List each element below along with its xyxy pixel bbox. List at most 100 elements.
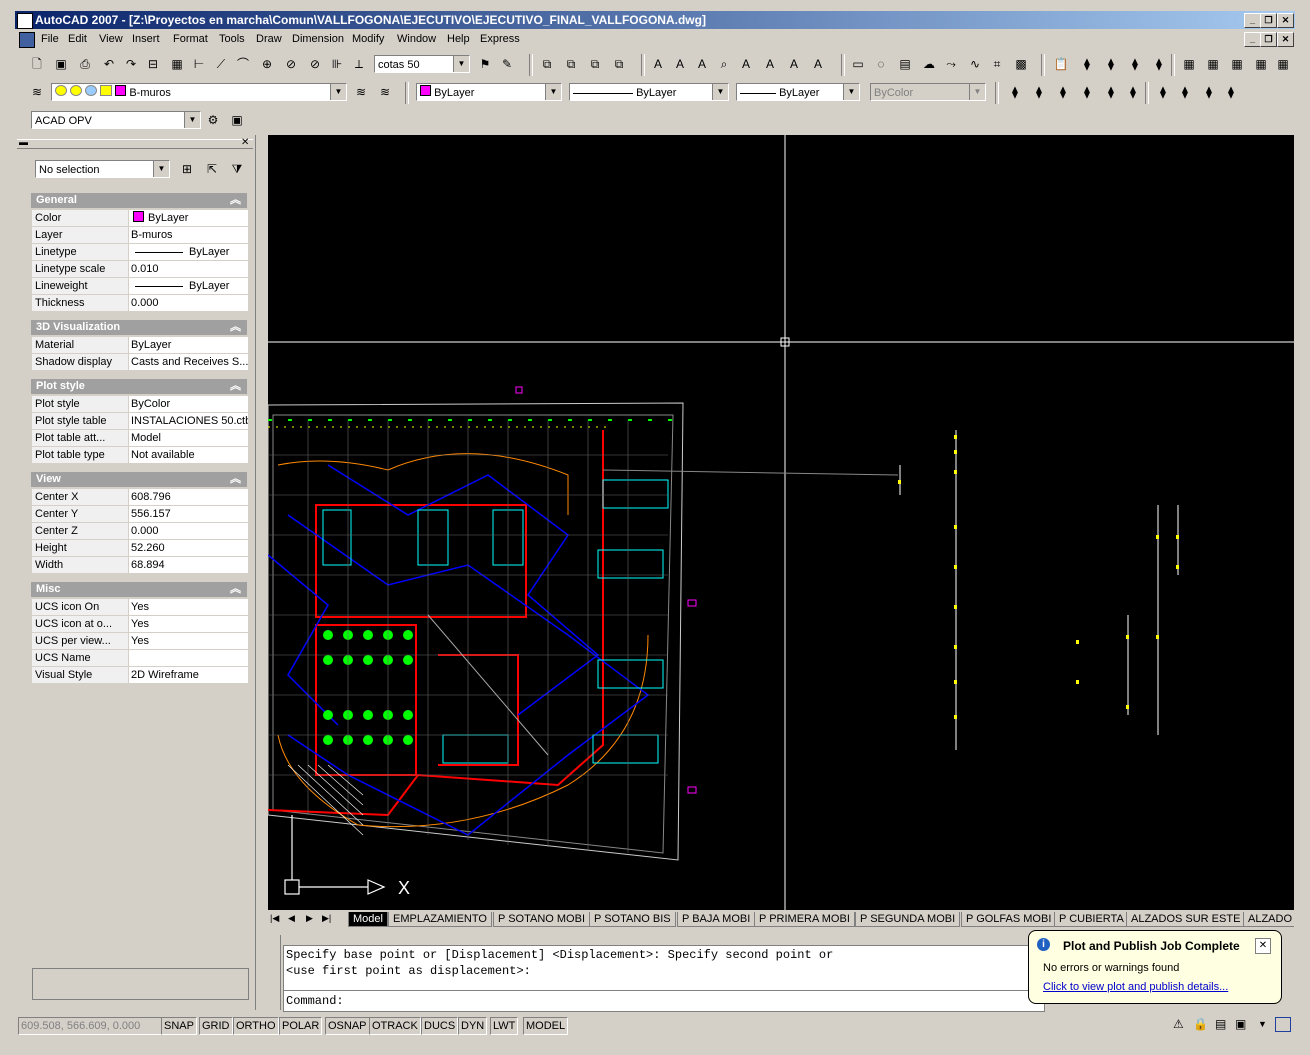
property-value[interactable]: 52.260 (129, 540, 248, 556)
layer-prev-icon[interactable]: ⧫ (1077, 54, 1097, 74)
send-back-icon[interactable]: ⧉ (585, 54, 605, 74)
ortho-button[interactable]: ORTHO (233, 1017, 279, 1035)
layer-combo[interactable]: B-muros ▼ (51, 83, 347, 101)
command-prompt[interactable]: Command: (286, 994, 344, 1008)
property-row[interactable]: Center Y 556.157 (32, 506, 248, 524)
dim-update-icon[interactable]: ✎ (497, 54, 517, 74)
chevron-down-icon[interactable]: ▼ (184, 112, 200, 128)
properties-icon[interactable]: ▦ (1203, 54, 1223, 74)
chevron-down-icon[interactable]: ▼ (153, 161, 169, 177)
plot-status-icon[interactable]: ▤ (1215, 1017, 1226, 1031)
viewport-freeze-icon[interactable] (85, 85, 98, 96)
palette-close-icon[interactable]: ✕ (241, 137, 249, 148)
doc-minimize-button[interactable]: _ (1244, 32, 1261, 47)
osnap-button[interactable]: OSNAP (325, 1017, 370, 1035)
property-value[interactable]: 556.157 (129, 506, 248, 522)
property-row[interactable]: Plot table type Not available (32, 447, 248, 465)
property-row[interactable]: Visual Style 2D Wireframe (32, 667, 248, 685)
make-current-icon[interactable]: ≋ (351, 82, 371, 102)
circle-icon[interactable]: ◌ (871, 54, 891, 74)
property-value[interactable]: Model (129, 430, 248, 446)
dim-aligned-icon[interactable]: ⟋ (211, 54, 231, 74)
property-row[interactable]: UCS per view... Yes (32, 633, 248, 651)
property-row[interactable]: Linetype ByLayer (32, 244, 248, 262)
balloon-details-link[interactable]: Click to view plot and publish details..… (1043, 981, 1228, 993)
palette-grip[interactable] (17, 139, 253, 149)
tab-prev-icon[interactable]: ◀ (288, 913, 295, 924)
dim-edit-icon[interactable]: ⟂ (349, 54, 369, 74)
property-row[interactable]: Lineweight ByLayer (32, 278, 248, 296)
property-value[interactable]: 0.000 (129, 523, 248, 539)
dim-arc-icon[interactable]: ⌒ (233, 54, 253, 74)
tab-p-primera-mobi[interactable]: P PRIMERA MOBI (754, 912, 855, 927)
section-header-3d-visualization[interactable]: 3D Visualization ︽ (31, 320, 247, 335)
property-value[interactable]: Yes (129, 599, 248, 615)
menu-dimension[interactable]: Dimension (292, 33, 344, 45)
property-row[interactable]: UCS Name (32, 650, 248, 668)
collapse-chevron-icon[interactable]: ︽ (230, 320, 241, 335)
spell-icon[interactable]: A (736, 54, 756, 74)
undo-icon[interactable]: ↶ (99, 54, 119, 74)
collapse-chevron-icon[interactable]: ︽ (230, 472, 241, 487)
calculator-icon[interactable]: ▦ (167, 54, 187, 74)
new-icon[interactable]: 🗋 (27, 54, 47, 74)
property-row[interactable]: Thickness 0.000 (32, 295, 248, 313)
dyn-button[interactable]: DYN (458, 1017, 488, 1035)
dimstyle-manager-icon[interactable]: ⚑ (475, 54, 495, 74)
menu-tools[interactable]: Tools (219, 33, 245, 45)
command-window-grip[interactable] (268, 935, 281, 1010)
design-center-icon[interactable]: ▦ (1227, 54, 1247, 74)
tab-first-icon[interactable]: |◀ (270, 913, 279, 924)
text-icon[interactable]: A (648, 54, 668, 74)
layer-tool-2-icon[interactable]: ⧫ (1029, 82, 1049, 102)
text-edit-icon[interactable]: A (692, 54, 712, 74)
property-row[interactable]: Plot style ByColor (32, 396, 248, 414)
save-icon[interactable]: ▣ (51, 54, 71, 74)
palette-collapse-icon[interactable]: ▬ (19, 137, 28, 147)
balloon-close-icon[interactable]: ✕ (1255, 938, 1271, 954)
polyline-icon[interactable]: ⤳ (941, 54, 961, 74)
chevron-down-icon[interactable]: ▼ (545, 84, 561, 100)
section-header-general[interactable]: General ︽ (31, 193, 247, 208)
doc-restore-button[interactable]: ❐ (1260, 32, 1277, 47)
section-header-view[interactable]: View ︽ (31, 472, 247, 487)
minimize-button[interactable]: _ (1244, 13, 1261, 28)
menu-view[interactable]: View (99, 33, 123, 45)
ducs-button[interactable]: DUCS (421, 1017, 459, 1035)
property-value[interactable]: 68.894 (129, 557, 248, 573)
property-row[interactable]: UCS icon at o... Yes (32, 616, 248, 634)
property-value[interactable]: Yes (129, 616, 248, 632)
tab-p-segunda-mobi[interactable]: P SEGUNDA MOBI (855, 912, 961, 927)
wipeout-icon[interactable]: ▩ (1011, 54, 1031, 74)
property-row[interactable]: Shadow display Casts and Receives S... (32, 354, 248, 372)
otrack-button[interactable]: OTRACK (369, 1017, 421, 1035)
layer-off-icon[interactable]: ⧫ (1149, 54, 1169, 74)
layer-tool-1-icon[interactable]: ⧫ (1005, 82, 1025, 102)
sheet-set-icon[interactable]: ▦ (1273, 54, 1293, 74)
tab-p-cubierta[interactable]: P CUBIERTA (1054, 912, 1129, 927)
selection-combo[interactable]: No selection ▼ (35, 160, 170, 178)
grid-button[interactable]: GRID (199, 1017, 233, 1035)
close-button[interactable]: ✕ (1277, 13, 1294, 28)
property-row[interactable]: Center X 608.796 (32, 489, 248, 507)
layer-uniso-icon[interactable]: ⧫ (1125, 54, 1145, 74)
drawing-area[interactable]: X (268, 135, 1294, 910)
layer-manager-icon[interactable]: ≋ (27, 82, 47, 102)
layer-tool-3-icon[interactable]: ⧫ (1053, 82, 1073, 102)
tab-last-icon[interactable]: ▶| (322, 913, 331, 924)
tab-alzados-sur-este[interactable]: ALZADOS SUR ESTE (1126, 912, 1246, 927)
layer-iso-icon[interactable]: ⧫ (1101, 54, 1121, 74)
model-button[interactable]: MODEL (523, 1017, 569, 1035)
doc-close-button[interactable]: ✕ (1277, 32, 1294, 47)
tab-p-sotano-mobi[interactable]: P SOTANO MOBI (493, 912, 590, 927)
property-value[interactable]: ByLayer (129, 244, 248, 260)
plot-icon[interactable]: ⎙ (75, 54, 95, 74)
property-row[interactable]: Layer B-muros (32, 227, 248, 245)
property-row[interactable]: Height 52.260 (32, 540, 248, 558)
revcloud-icon[interactable]: ☁ (919, 54, 939, 74)
layer-tool-7-icon[interactable]: ⧫ (1153, 82, 1173, 102)
restore-button[interactable]: ❐ (1260, 13, 1277, 28)
justify-text-icon[interactable]: A (808, 54, 828, 74)
dim-radius-icon[interactable]: ⊘ (281, 54, 301, 74)
clipboard-icon[interactable]: 📋 (1051, 54, 1071, 74)
